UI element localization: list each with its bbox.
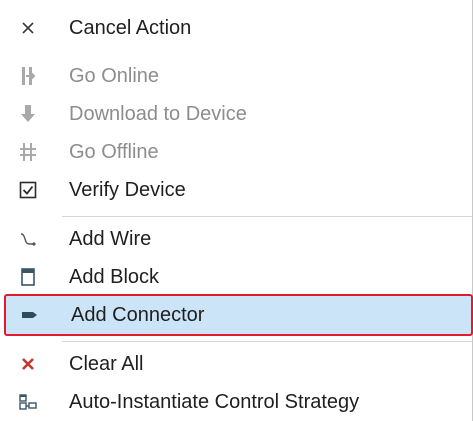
checkbox-check-icon xyxy=(18,180,38,200)
menu-item-label: Auto-Instantiate Control Strategy xyxy=(69,390,360,413)
menu-separator xyxy=(62,216,472,217)
connector-icon xyxy=(20,305,40,325)
menu-item-label: Go Offline xyxy=(69,140,159,163)
close-icon xyxy=(18,18,38,38)
menu-item-label: Add Block xyxy=(69,265,160,288)
clear-icon xyxy=(18,354,38,374)
menu-item-download-to-device[interactable]: Download to Device xyxy=(0,96,473,132)
menu-item-label: Add Wire xyxy=(69,227,152,250)
menu-item-add-connector[interactable]: Add Connector xyxy=(4,294,473,336)
menu-item-label: Download to Device xyxy=(69,102,247,125)
menu-item-label: Go Online xyxy=(69,64,160,87)
go-online-icon xyxy=(18,66,38,86)
menu-item-label: Cancel Action xyxy=(69,16,192,39)
wire-icon xyxy=(18,229,38,249)
menu-item-auto-instantiate-control-strategy[interactable]: Auto-Instantiate Control Strategy xyxy=(0,384,473,420)
menu-separator xyxy=(62,341,472,342)
menu-item-go-online[interactable]: Go Online xyxy=(0,58,473,94)
download-icon xyxy=(18,104,38,124)
block-icon xyxy=(18,267,38,287)
menu-item-label: Clear All xyxy=(69,352,144,375)
menu-item-label: Verify Device xyxy=(69,178,186,201)
menu-item-add-block[interactable]: Add Block xyxy=(0,259,473,295)
menu-item-go-offline[interactable]: Go Offline xyxy=(0,134,473,170)
context-menu: Cancel Action Go Online Download to Devi… xyxy=(0,0,473,421)
menu-item-add-wire[interactable]: Add Wire xyxy=(0,221,473,257)
auto-instantiate-icon xyxy=(18,392,38,412)
menu-item-label: Add Connector xyxy=(71,303,205,326)
menu-item-cancel-action[interactable]: Cancel Action xyxy=(0,10,473,46)
menu-item-verify-device[interactable]: Verify Device xyxy=(0,172,473,208)
go-offline-icon xyxy=(18,142,38,162)
menu-item-clear-all[interactable]: Clear All xyxy=(0,346,473,382)
